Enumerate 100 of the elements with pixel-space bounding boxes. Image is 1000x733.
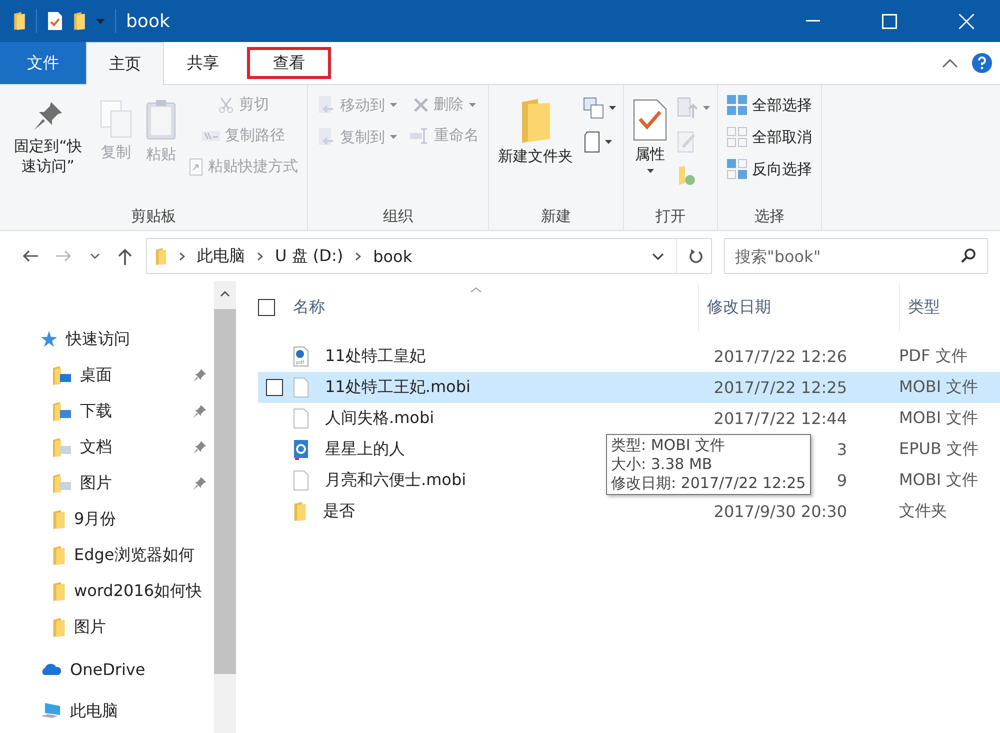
nav-item[interactable]: 下载 [0,393,214,429]
file-date: 3 [836,440,847,459]
caret-icon [390,135,397,139]
file-name: 星星上的人 [325,439,405,460]
file-name: 人间失格.mobi [325,408,434,429]
chevron-down-icon[interactable] [652,252,664,260]
nav-item[interactable]: OneDrive [0,651,214,687]
caret-icon [703,106,710,110]
breadcrumb[interactable]: 此电脑 [197,246,245,266]
chevron-right-icon [179,252,185,260]
group-label: 新建 [540,207,572,226]
grid-icon [727,159,747,179]
delete-icon [412,96,428,112]
file-icon [293,408,309,429]
maximize-icon[interactable] [882,14,897,28]
nav-item[interactable]: 文档 [0,429,214,465]
ribbon-button[interactable]: 全部取消 [725,125,814,149]
ribbon-button[interactable]: 全部选择 [725,93,814,117]
scissors-icon [218,96,234,112]
computer-icon [40,702,62,720]
caret-icon [646,168,654,172]
group-label: 选择 [754,207,786,226]
row-checkbox[interactable] [266,379,283,396]
file-type: MOBI 文件 [899,377,978,396]
file-type: PDF 文件 [899,346,968,365]
pin-icon [31,99,65,133]
caret-icon [609,106,616,110]
ribbon-button[interactable]: 反向选择 [725,157,814,181]
refresh-icon[interactable] [689,248,703,264]
nav-item[interactable]: 此电脑 [0,693,214,729]
group-label: 组织 [382,207,414,226]
grid-icon [727,127,747,147]
properties-icon [633,99,667,141]
file-name: 月亮和六便士.mobi [325,470,466,491]
nav-item[interactable]: word2016如何快 [0,573,214,609]
breadcrumb[interactable]: book [373,246,412,266]
nav-item[interactable]: 桌面 [0,357,214,393]
file-icon [293,377,309,398]
close-icon[interactable] [959,14,974,28]
minimize-icon[interactable] [806,20,820,22]
folder-icon [52,618,66,636]
nav-item[interactable]: 9月份 [0,501,214,537]
group-label: 剪贴板 [130,207,177,226]
scroll-up-icon[interactable] [220,291,230,297]
column-header[interactable]: 修改日期 [707,296,771,318]
folder-icon [52,510,66,528]
file-icon [293,470,309,491]
folder-icon [52,582,66,600]
back-icon[interactable] [22,250,38,262]
address-bar[interactable]: 此电脑 U 盘 (D:) book [146,238,712,274]
selected-file-row[interactable]: 11处特工王妃.mobi 2017/7/22 12:25 MOBI 文件 [258,372,1000,403]
sort-icon [470,287,482,293]
rename-icon [409,128,429,144]
library-folder-icon [52,474,72,492]
library-folder-icon [52,366,72,384]
properties-icon[interactable] [47,11,63,31]
folder-icon [13,12,26,30]
nav-item[interactable]: 快速访问 [0,321,214,357]
nav-item[interactable]: Edge浏览器如何 [0,537,214,573]
help-icon[interactable] [972,53,992,73]
select-all-checkbox[interactable] [258,298,275,316]
page-icon [583,131,601,153]
new-item-icon [583,97,605,119]
tooltip-line: 大小: 3.38 MB [611,455,714,474]
library-folder-icon [52,402,72,420]
ribbon-tab[interactable]: 查看 [242,42,336,84]
file-date: 2017/7/22 12:44 [714,409,847,428]
file-type: EPUB 文件 [899,439,979,458]
caret-icon [390,103,397,107]
caret-icon [605,140,612,144]
file-type: MOBI 文件 [899,470,978,489]
column-header[interactable]: 名称 [293,296,325,318]
chevron-down-icon[interactable] [90,253,100,259]
file-date: 2017/7/22 12:25 [714,378,847,397]
scrollbar[interactable] [214,281,236,733]
ribbon-button[interactable]: 固定到“快速访问” [7,95,89,180]
ribbon-tab[interactable]: 文件 [0,42,86,84]
copy-icon [99,99,133,139]
tooltip-line: 类型: MOBI 文件 [611,436,726,455]
nav-item[interactable]: 图片 [0,465,214,501]
ribbon-icon-button[interactable] [581,95,618,121]
ribbon-tab[interactable]: 共享 [164,42,242,84]
up-icon[interactable] [118,248,132,264]
folder-icon [293,502,307,521]
collapse-icon[interactable] [942,58,958,68]
file-date: 2017/9/30 20:30 [714,502,847,521]
ribbon-tab[interactable]: 主页 [86,42,164,85]
nav-item[interactable]: 图片 [0,609,214,645]
open-icon [677,97,699,119]
file-date: 9 [836,471,847,490]
caret-icon [468,102,476,106]
ribbon-button[interactable]: 新建文件夹 [496,95,575,170]
library-folder-icon [52,438,72,456]
scrollbar-thumb[interactable] [214,309,236,674]
file-type: 文件夹 [899,501,947,520]
search-field[interactable]: 搜索"book" [724,238,988,274]
ribbon-button[interactable]: 属性 [631,95,669,176]
column-header[interactable]: 类型 [908,296,940,318]
path-icon [202,130,220,140]
breadcrumb[interactable]: U 盘 (D:) [275,246,344,266]
